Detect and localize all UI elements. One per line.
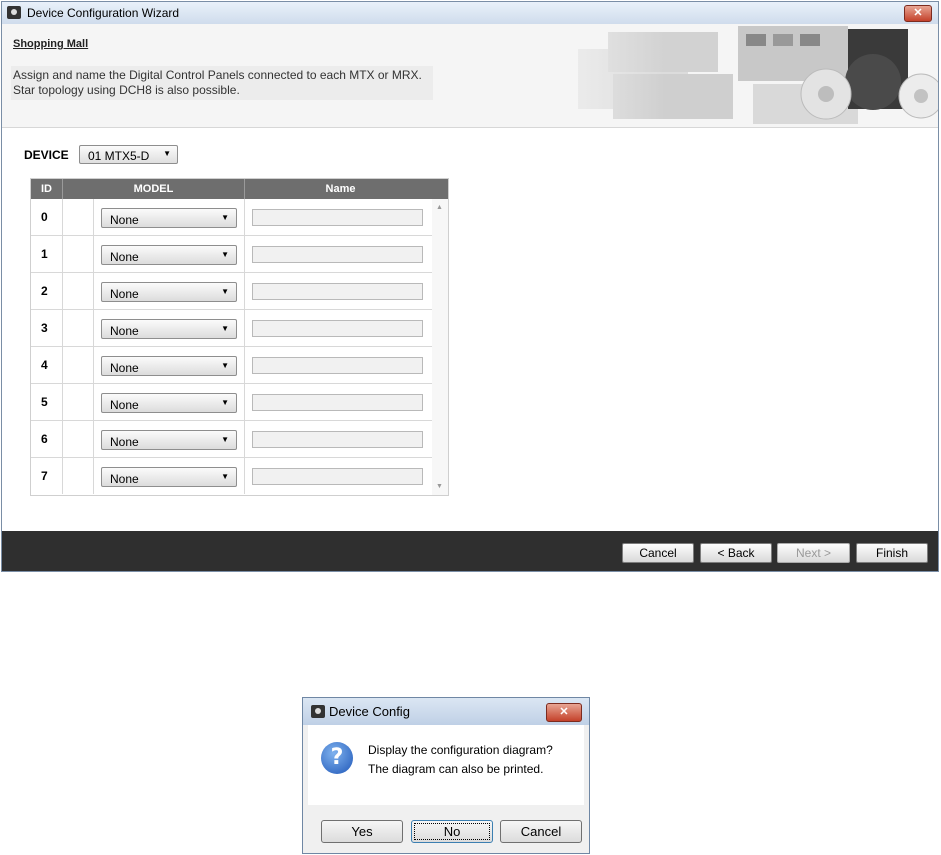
model-select-value: None xyxy=(110,361,139,375)
dialog-cancel-button[interactable]: Cancel xyxy=(500,820,582,843)
app-icon xyxy=(7,6,21,19)
row-id: 0 xyxy=(31,199,63,235)
dialog-body: ? Display the configuration diagram? The… xyxy=(308,725,584,805)
dialog-title: Device Config xyxy=(329,704,410,719)
model-select[interactable]: None ▼ xyxy=(101,245,237,265)
wizard-header: Shopping Mall Assign and name the Digita… xyxy=(2,24,938,128)
row-id: 1 xyxy=(31,236,63,272)
description-line-1: Assign and name the Digital Control Pane… xyxy=(13,68,422,82)
chevron-down-icon: ▼ xyxy=(163,149,171,158)
table-row: 6 None ▼ xyxy=(31,421,432,458)
app-icon xyxy=(311,705,325,718)
row-id: 6 xyxy=(31,421,63,457)
back-button[interactable]: < Back xyxy=(700,543,772,563)
dialog-message-line-1: Display the configuration diagram? xyxy=(368,743,553,757)
header-description: Assign and name the Digital Control Pane… xyxy=(11,66,433,100)
header-title: Shopping Mall xyxy=(13,38,89,50)
model-select-value: None xyxy=(110,435,139,449)
row-id: 7 xyxy=(31,458,63,494)
name-input[interactable] xyxy=(252,283,423,300)
model-select[interactable]: None ▼ xyxy=(101,393,237,413)
chevron-down-icon: ▼ xyxy=(221,213,229,222)
device-select[interactable]: 01 MTX5-D ▼ xyxy=(79,145,178,164)
table-row: 3 None ▼ xyxy=(31,310,432,347)
row-id: 4 xyxy=(31,347,63,383)
header-product-image xyxy=(518,24,938,127)
table-row: 1 None ▼ xyxy=(31,236,432,273)
model-select[interactable]: None ▼ xyxy=(101,319,237,339)
chevron-down-icon: ▼ xyxy=(221,361,229,370)
device-select-value: 01 MTX5-D xyxy=(88,149,150,163)
name-input[interactable] xyxy=(252,431,423,448)
model-select[interactable]: None ▼ xyxy=(101,282,237,302)
model-select-value: None xyxy=(110,398,139,412)
device-config-dialog: Device Config ✕ ? Display the configurat… xyxy=(302,697,590,854)
model-select-value: None xyxy=(110,250,139,264)
column-header-id: ID xyxy=(31,179,63,199)
model-select[interactable]: None ▼ xyxy=(101,430,237,450)
column-header-name: Name xyxy=(325,183,356,195)
table-row: 0 None ▼ xyxy=(31,199,432,236)
no-button[interactable]: No xyxy=(411,820,493,843)
name-input[interactable] xyxy=(252,468,423,485)
finish-button[interactable]: Finish xyxy=(856,543,928,563)
dialog-titlebar: Device Config ✕ xyxy=(303,698,589,725)
name-input[interactable] xyxy=(252,357,423,374)
window-title: Device Configuration Wizard xyxy=(27,6,180,20)
name-input[interactable] xyxy=(252,320,423,337)
close-icon: ✕ xyxy=(559,706,569,718)
dialog-close-button[interactable]: ✕ xyxy=(546,703,582,722)
chevron-down-icon: ▼ xyxy=(221,250,229,259)
model-select-value: None xyxy=(110,287,139,301)
cancel-button[interactable]: Cancel xyxy=(622,543,694,563)
wizard-window: Device Configuration Wizard ✕ Shopping M… xyxy=(1,1,939,572)
model-select-value: None xyxy=(110,324,139,338)
chevron-down-icon: ▼ xyxy=(221,398,229,407)
device-label: DEVICE xyxy=(24,148,69,162)
model-select[interactable]: None ▼ xyxy=(101,356,237,376)
close-icon: ✕ xyxy=(913,7,923,19)
table-row: 2 None ▼ xyxy=(31,273,432,310)
next-button[interactable]: Next > xyxy=(777,543,850,563)
model-select-value: None xyxy=(110,472,139,486)
row-id: 5 xyxy=(31,384,63,420)
chevron-down-icon: ▼ xyxy=(221,472,229,481)
panel-table: ID MODEL Name 0 None ▼ 1 None ▼ 2 None ▼… xyxy=(30,178,449,496)
model-select-value: None xyxy=(110,213,139,227)
model-select[interactable]: None ▼ xyxy=(101,467,237,487)
name-input[interactable] xyxy=(252,394,423,411)
close-button[interactable]: ✕ xyxy=(904,5,932,22)
scroll-down-icon[interactable]: ▼ xyxy=(436,483,443,490)
table-scrollbar[interactable]: ▲ ▼ xyxy=(432,199,448,495)
row-id: 3 xyxy=(31,310,63,346)
wizard-titlebar: Device Configuration Wizard ✕ xyxy=(2,2,938,25)
table-row: 7 None ▼ xyxy=(31,458,432,495)
table-row: 5 None ▼ xyxy=(31,384,432,421)
chevron-down-icon: ▼ xyxy=(221,324,229,333)
dialog-message-line-2: The diagram can also be printed. xyxy=(368,762,544,776)
table-row: 4 None ▼ xyxy=(31,347,432,384)
scroll-up-icon[interactable]: ▲ xyxy=(436,204,443,211)
question-icon: ? xyxy=(321,742,353,774)
row-id: 2 xyxy=(31,273,63,309)
table-header: ID MODEL Name xyxy=(31,179,448,199)
chevron-down-icon: ▼ xyxy=(221,435,229,444)
model-select[interactable]: None ▼ xyxy=(101,208,237,228)
column-header-model: MODEL xyxy=(63,179,245,199)
name-input[interactable] xyxy=(252,246,423,263)
yes-button[interactable]: Yes xyxy=(321,820,403,843)
name-input[interactable] xyxy=(252,209,423,226)
chevron-down-icon: ▼ xyxy=(221,287,229,296)
wizard-footer: Cancel < Back Next > Finish xyxy=(2,531,938,571)
description-line-2: Star topology using DCH8 is also possibl… xyxy=(13,83,240,97)
